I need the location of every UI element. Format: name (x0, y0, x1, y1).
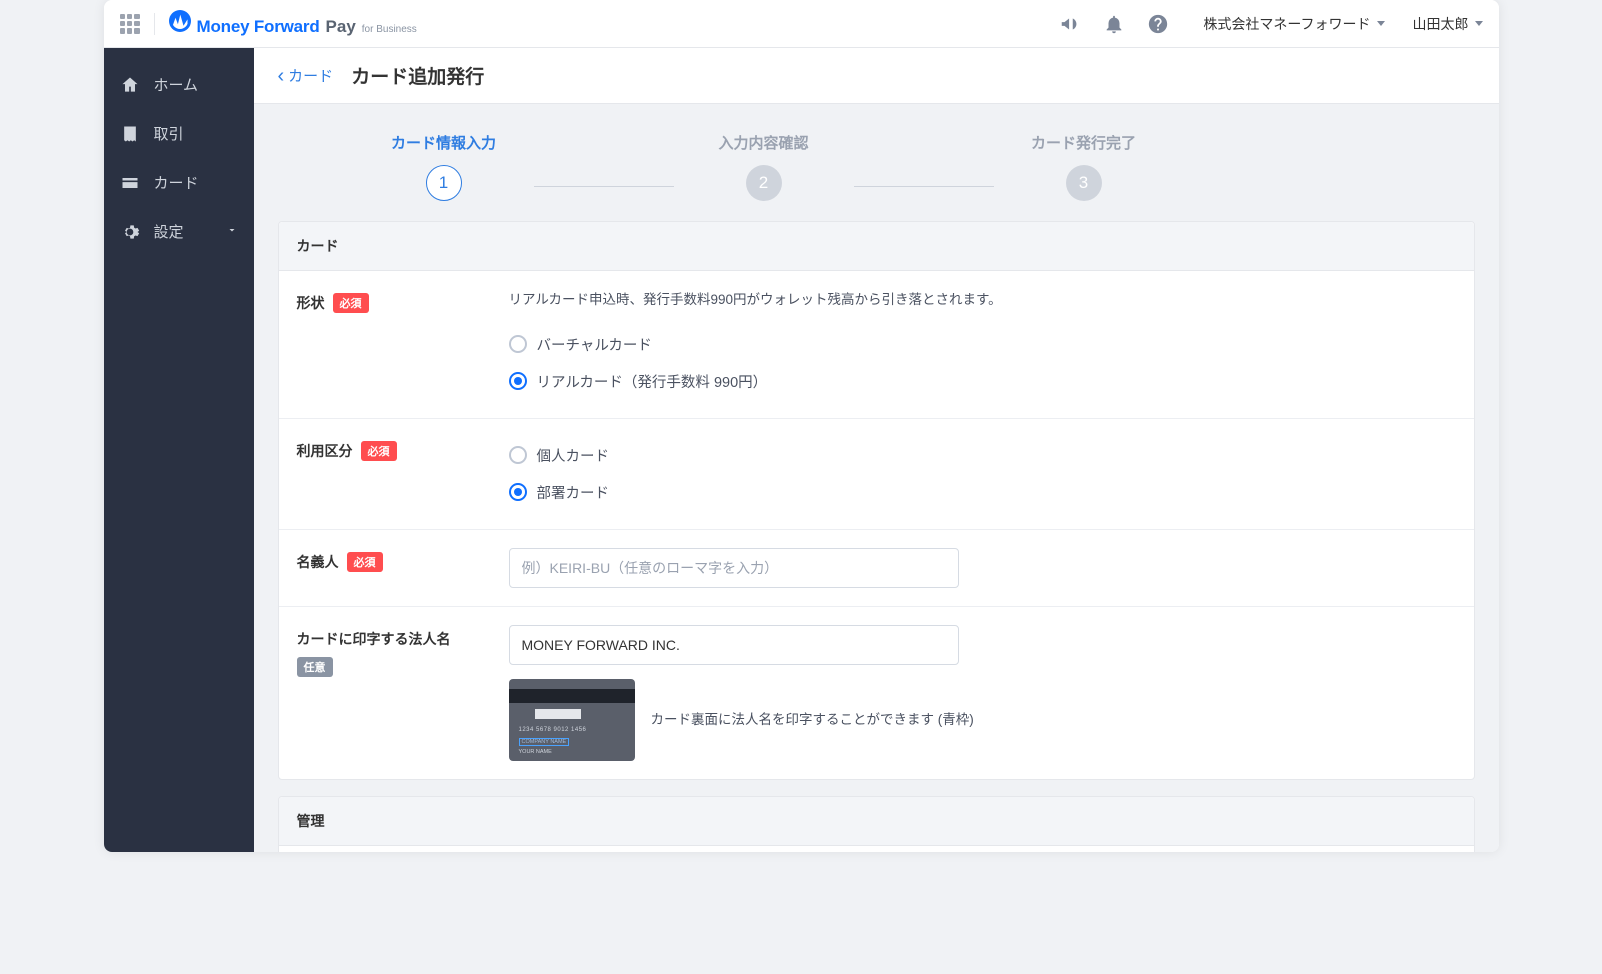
logo-text-tag: for Business (362, 24, 417, 35)
radio-virtual-card[interactable]: バーチャルカード (509, 326, 1171, 363)
home-icon (120, 75, 140, 95)
radio-label: リアルカード（発行手数料 990円） (537, 371, 768, 392)
chevron-down-icon (226, 223, 238, 240)
field-label: 名義人 (297, 552, 339, 572)
help-icon[interactable] (1147, 13, 1169, 35)
main-content: カード カード追加発行 カード情報入力 1 入力内容確認 2 カード発行完了 3 (254, 48, 1499, 852)
management-panel: 管理 部署 (278, 796, 1475, 852)
radio-personal-card[interactable]: 個人カード (509, 437, 1171, 474)
field-label: 利用区分 (297, 441, 353, 461)
step-1: カード情報入力 1 (354, 132, 534, 201)
required-badge: 必須 (347, 552, 383, 572)
gear-icon (120, 222, 140, 242)
sidebar-item-transactions[interactable]: 取引 (104, 109, 254, 158)
breadcrumb-back[interactable]: カード (278, 65, 334, 86)
sample-your-name: YOUR NAME (519, 749, 552, 755)
panel-header: 管理 (279, 797, 1474, 846)
caret-down-icon (1377, 21, 1385, 26)
sidebar-item-settings[interactable]: 設定 (104, 207, 254, 256)
logo-mark-icon (169, 10, 191, 32)
sidebar-item-home[interactable]: ホーム (104, 60, 254, 109)
step-line (854, 186, 994, 188)
row-shape: 形状 必須 リアルカード申込時、発行手数料990円がウォレット残高から引き落とさ… (279, 271, 1474, 419)
step-circle: 3 (1066, 165, 1102, 201)
row-corp-name: カードに印字する法人名 任意 1234 5678 9012 1456 COMP (279, 607, 1474, 779)
step-circle: 2 (746, 165, 782, 201)
panel-header: カード (279, 222, 1474, 271)
step-circle: 1 (426, 165, 462, 201)
company-name: 株式会社マネーフォワード (1203, 14, 1370, 34)
card-back-preview: 1234 5678 9012 1456 COMPANY NAME YOUR NA… (509, 679, 635, 761)
logo-text-sub: Pay (326, 17, 356, 37)
optional-badge: 任意 (297, 657, 333, 677)
logo-text-main: Money Forward (197, 17, 320, 37)
step-label: 入力内容確認 (718, 132, 808, 153)
row-holder: 名義人 必須 (279, 530, 1474, 607)
caret-down-icon (1475, 21, 1483, 26)
radio-label: バーチャルカード (537, 334, 652, 355)
card-icon (120, 173, 140, 193)
sample-company-name: COMPANY NAME (519, 738, 570, 746)
bell-icon[interactable] (1103, 13, 1125, 35)
user-name: 山田太郎 (1413, 14, 1469, 34)
step-label: カード情報入力 (391, 132, 496, 153)
announcement-icon[interactable] (1059, 13, 1081, 35)
sample-card-number: 1234 5678 9012 1456 (519, 727, 587, 733)
radio-label: 個人カード (537, 445, 610, 466)
page-title: カード追加発行 (351, 62, 484, 89)
radio-icon (509, 446, 527, 464)
sidebar-item-label: カード (154, 172, 199, 193)
sidebar-item-label: 取引 (154, 123, 184, 144)
radio-real-card[interactable]: リアルカード（発行手数料 990円） (509, 363, 1171, 400)
page-topbar: カード カード追加発行 (254, 48, 1499, 104)
radio-label: 部署カード (537, 482, 610, 503)
divider (154, 13, 155, 35)
step-label: カード発行完了 (1031, 132, 1136, 153)
card-panel: カード 形状 必須 リアルカード申込時、発行手数料990円がウォレット残高から引… (278, 221, 1475, 780)
radio-department-card[interactable]: 部署カード (509, 474, 1171, 511)
required-badge: 必須 (333, 293, 369, 313)
sidebar-item-label: 設定 (154, 221, 184, 242)
field-label: 形状 (297, 293, 325, 313)
apps-grid-icon[interactable] (120, 14, 140, 34)
field-label: カードに印字する法人名 (297, 629, 451, 649)
step-line (534, 186, 674, 188)
row-usage: 利用区分 必須 個人カード 部署カード (279, 419, 1474, 530)
holder-name-input[interactable] (509, 548, 959, 588)
user-dropdown[interactable]: 山田太郎 (1413, 14, 1483, 34)
corp-name-description: カード裏面に法人名を印字することができます (青枠) (651, 709, 974, 731)
stepper: カード情報入力 1 入力内容確認 2 カード発行完了 3 (254, 104, 1499, 221)
radio-icon (509, 372, 527, 390)
radio-icon (509, 335, 527, 353)
step-2: 入力内容確認 2 (674, 132, 854, 201)
sidebar: ホーム 取引 カード 設定 (104, 48, 254, 852)
product-logo[interactable]: Money Forward Pay for Business (169, 10, 417, 37)
shape-note: リアルカード申込時、発行手数料990円がウォレット残高から引き落とされます。 (509, 289, 1171, 312)
company-dropdown[interactable]: 株式会社マネーフォワード (1203, 14, 1384, 34)
global-header: Money Forward Pay for Business 株式会社マネーフォ… (104, 0, 1499, 48)
row-department: 部署 (279, 846, 1474, 852)
step-3: カード発行完了 3 (994, 132, 1174, 201)
receipt-icon (120, 124, 140, 144)
required-badge: 必須 (361, 441, 397, 461)
sidebar-item-label: ホーム (154, 74, 199, 95)
sidebar-item-card[interactable]: カード (104, 158, 254, 207)
corp-name-input[interactable] (509, 625, 959, 665)
radio-icon (509, 483, 527, 501)
